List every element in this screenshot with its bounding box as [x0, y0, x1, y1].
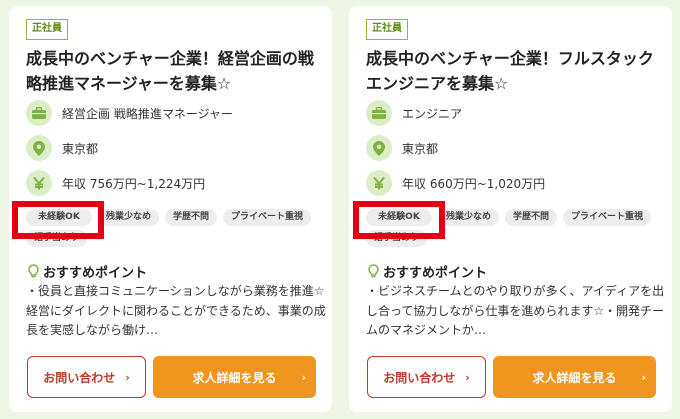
view-job-details-label: 求人詳細を見る — [532, 370, 617, 385]
contact-button-label: お問い合わせ — [383, 370, 456, 385]
salary-text: 年収 660万円~1,020万円 — [402, 176, 546, 191]
job-type-row: エンジニア — [366, 100, 462, 126]
tag-item: 残業少なめ — [438, 209, 500, 226]
recommend-point-title: おすすめポイント — [43, 266, 148, 281]
salary-text: 年収 756万円~1,224万円 — [62, 176, 206, 191]
salary-row: 年収 756万円~1,224万円 — [26, 170, 205, 196]
location-row: 東京都 — [366, 135, 438, 161]
job-title[interactable]: 成長中のベンチャー企業！フルスタックエンジニアを募集☆ — [366, 46, 666, 96]
chevron-right-icon: › — [465, 370, 470, 384]
contact-button[interactable]: お問い合わせ › — [27, 356, 146, 398]
recommend-point-text: ・役員と直接コミュニケーションしながら業務を推進☆経営にダイレクトに関わることが… — [26, 284, 326, 337]
tag-item: 学歴不問 — [165, 209, 218, 226]
job-type-text: 経営企画 戦略推進マネージャー — [62, 106, 233, 121]
lightbulb-icon — [28, 264, 39, 279]
chevron-right-icon: › — [301, 370, 306, 384]
yen-icon — [26, 170, 52, 196]
recommend-point-title: おすすめポイント — [383, 266, 488, 281]
recommend-point-text: ・ビジネスチームとのやり取りが多く、アイディアを出し合って協力しながら仕事を進め… — [366, 284, 665, 337]
contact-button-label: お問い合わせ — [43, 370, 116, 385]
job-type-row: 経営企画 戦略推進マネージャー — [26, 100, 233, 126]
recommend-point-heading: おすすめポイント — [368, 262, 487, 281]
job-type-text: エンジニア — [402, 106, 463, 121]
lightbulb-icon — [368, 264, 379, 279]
briefcase-icon — [26, 100, 52, 126]
location-text: 東京都 — [402, 141, 439, 156]
job-card-1: 正社員 成長中のベンチャー企業！経営企画の戦略推進マネージャーを募集☆ 経営企画… — [9, 6, 332, 412]
job-title[interactable]: 成長中のベンチャー企業！経営企画の戦略推進マネージャーを募集☆ — [26, 46, 326, 96]
highlight-annotation-box — [12, 201, 104, 239]
employment-type-badge: 正社員 — [26, 19, 68, 40]
salary-row: 年収 660万円~1,020万円 — [366, 170, 545, 196]
map-pin-icon — [26, 135, 52, 161]
briefcase-icon — [366, 100, 392, 126]
tag-item: プライベート重視 — [223, 209, 312, 226]
employment-type-badge: 正社員 — [366, 19, 408, 40]
view-job-details-button[interactable]: 求人詳細を見る › — [153, 356, 316, 398]
map-pin-icon — [366, 135, 392, 161]
view-job-details-label: 求人詳細を見る — [192, 370, 277, 385]
highlight-annotation-box — [353, 201, 445, 239]
tag-item: 学歴不問 — [505, 209, 558, 226]
job-card-2: 正社員 成長中のベンチャー企業！フルスタックエンジニアを募集☆ エンジニア 東京… — [349, 6, 672, 412]
yen-icon — [366, 170, 392, 196]
tag-item: 残業少なめ — [98, 209, 160, 226]
view-job-details-button[interactable]: 求人詳細を見る › — [493, 356, 656, 398]
contact-button[interactable]: お問い合わせ › — [367, 356, 486, 398]
chevron-right-icon: › — [125, 370, 130, 384]
location-text: 東京都 — [62, 141, 99, 156]
recommend-point-heading: おすすめポイント — [28, 262, 147, 281]
chevron-right-icon: › — [641, 370, 646, 384]
tag-item: プライベート重視 — [563, 209, 652, 226]
location-row: 東京都 — [26, 135, 98, 161]
